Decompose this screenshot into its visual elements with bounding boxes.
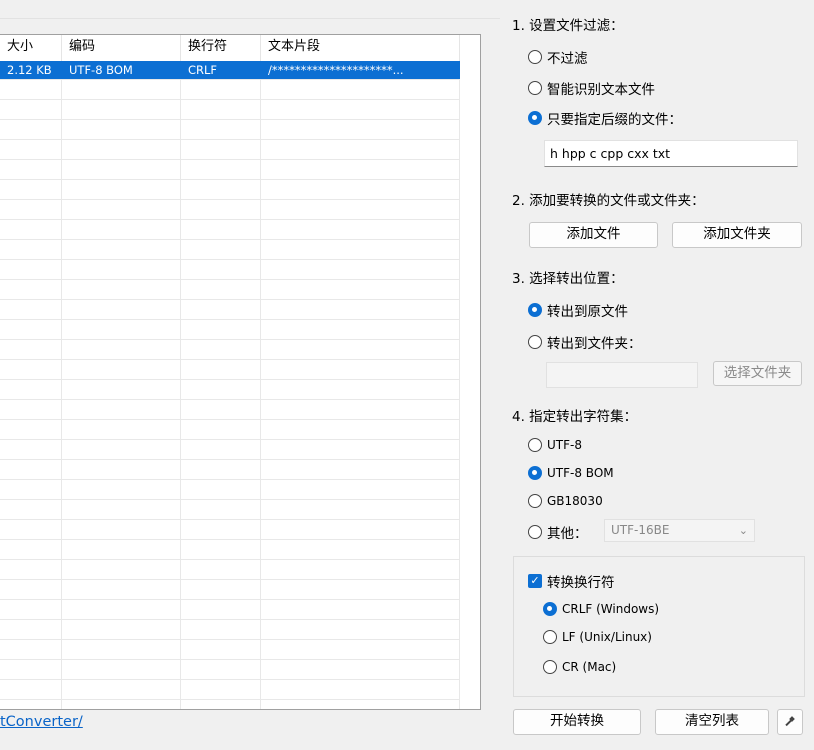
output-section-title: 3. 选择转出位置： [512, 271, 624, 287]
radio-label: 转出到原文件 [547, 304, 628, 320]
suffix-input[interactable]: h hpp c cpp cxx txt [544, 140, 798, 167]
radio-button[interactable] [543, 630, 557, 644]
convert-newline-checkbox[interactable]: ✓ 转换换行符 [528, 571, 615, 591]
radio-crlf[interactable]: CRLF (Windows) [543, 602, 659, 616]
cell-snippet: /*********************... [268, 63, 404, 77]
radio-label: CR (Mac) [562, 660, 617, 674]
radio-no-filter[interactable]: 不过滤 [528, 47, 588, 67]
clear-list-button[interactable]: 清空列表 [655, 709, 769, 735]
hammer-icon [784, 716, 796, 732]
add-file-button[interactable]: 添加文件 [529, 222, 658, 248]
cell-newline: CRLF [188, 63, 218, 77]
choose-folder-button[interactable]: 选择文件夹 [713, 361, 802, 386]
radio-label: LF (Unix/Linux) [562, 630, 652, 644]
filter-section-title: 1. 设置文件过滤： [512, 18, 624, 34]
radio-button[interactable] [528, 81, 542, 95]
column-header-snippet[interactable]: 文本片段 [261, 35, 460, 61]
column-header-size[interactable]: 大小 [0, 35, 62, 61]
column-divider [180, 61, 181, 709]
column-divider [260, 61, 261, 709]
radio-utf8-bom[interactable]: UTF-8 BOM [528, 466, 614, 480]
radio-label: 只要指定后缀的文件： [547, 112, 682, 128]
table-row[interactable]: 2.12 KB UTF-8 BOM CRLF /****************… [0, 61, 460, 79]
file-list[interactable]: 大小 编码 换行符 文本片段 2.12 KB UTF-8 BOM CRLF /*… [0, 34, 481, 710]
radio-label: 其他： [547, 526, 588, 542]
output-folder-input[interactable] [546, 362, 698, 388]
radio-label: UTF-8 BOM [547, 466, 614, 480]
radio-button[interactable] [528, 50, 542, 64]
radio-output-folder[interactable]: 转出到文件夹： [528, 332, 642, 352]
charset-section-title: 4. 指定转出字符集： [512, 409, 638, 425]
check-icon[interactable]: ✓ [528, 574, 542, 588]
radio-button[interactable] [528, 494, 542, 508]
other-charset-select[interactable]: UTF-16BE ⌄ [604, 519, 755, 542]
radio-lf[interactable]: LF (Unix/Linux) [543, 630, 652, 644]
radio-button[interactable] [528, 466, 542, 480]
radio-output-original[interactable]: 转出到原文件 [528, 300, 628, 320]
radio-other[interactable]: 其他： [528, 522, 588, 542]
checkbox-label: 转换换行符 [547, 575, 615, 591]
list-grid [0, 79, 460, 709]
radio-button[interactable] [528, 111, 542, 125]
radio-suffix-only[interactable]: 只要指定后缀的文件： [528, 108, 682, 128]
radio-button[interactable] [543, 660, 557, 674]
column-header-newline[interactable]: 换行符 [181, 35, 261, 61]
cell-size: 2.12 KB [7, 63, 52, 77]
top-band [0, 0, 500, 19]
radio-button[interactable] [543, 602, 557, 616]
radio-label: 不过滤 [547, 51, 588, 67]
radio-button[interactable] [528, 335, 542, 349]
list-header: 大小 编码 换行符 文本片段 [0, 35, 480, 61]
radio-label: 智能识别文本文件 [547, 82, 655, 98]
radio-utf8[interactable]: UTF-8 [528, 438, 582, 452]
radio-label: CRLF (Windows) [562, 602, 660, 616]
radio-button[interactable] [528, 525, 542, 539]
radio-button[interactable] [528, 303, 542, 317]
radio-cr[interactable]: CR (Mac) [543, 660, 616, 674]
project-link[interactable]: tConverter/ [0, 714, 83, 730]
add-folder-button[interactable]: 添加文件夹 [672, 222, 802, 248]
radio-button[interactable] [528, 438, 542, 452]
radio-label: GB18030 [547, 494, 603, 508]
start-convert-button[interactable]: 开始转换 [513, 709, 641, 735]
select-value: UTF-16BE [611, 523, 670, 537]
chevron-down-icon: ⌄ [738, 524, 748, 537]
column-divider [61, 61, 62, 709]
radio-label: 转出到文件夹： [547, 336, 642, 352]
column-header-encoding[interactable]: 编码 [62, 35, 181, 61]
settings-tool-button[interactable] [777, 709, 803, 735]
column-divider [459, 61, 460, 709]
radio-label: UTF-8 [547, 438, 582, 452]
cell-encoding: UTF-8 BOM [69, 63, 133, 77]
radio-gb18030[interactable]: GB18030 [528, 494, 603, 508]
add-section-title: 2. 添加要转换的文件或文件夹： [512, 193, 705, 209]
radio-smart-detect[interactable]: 智能识别文本文件 [528, 78, 655, 98]
